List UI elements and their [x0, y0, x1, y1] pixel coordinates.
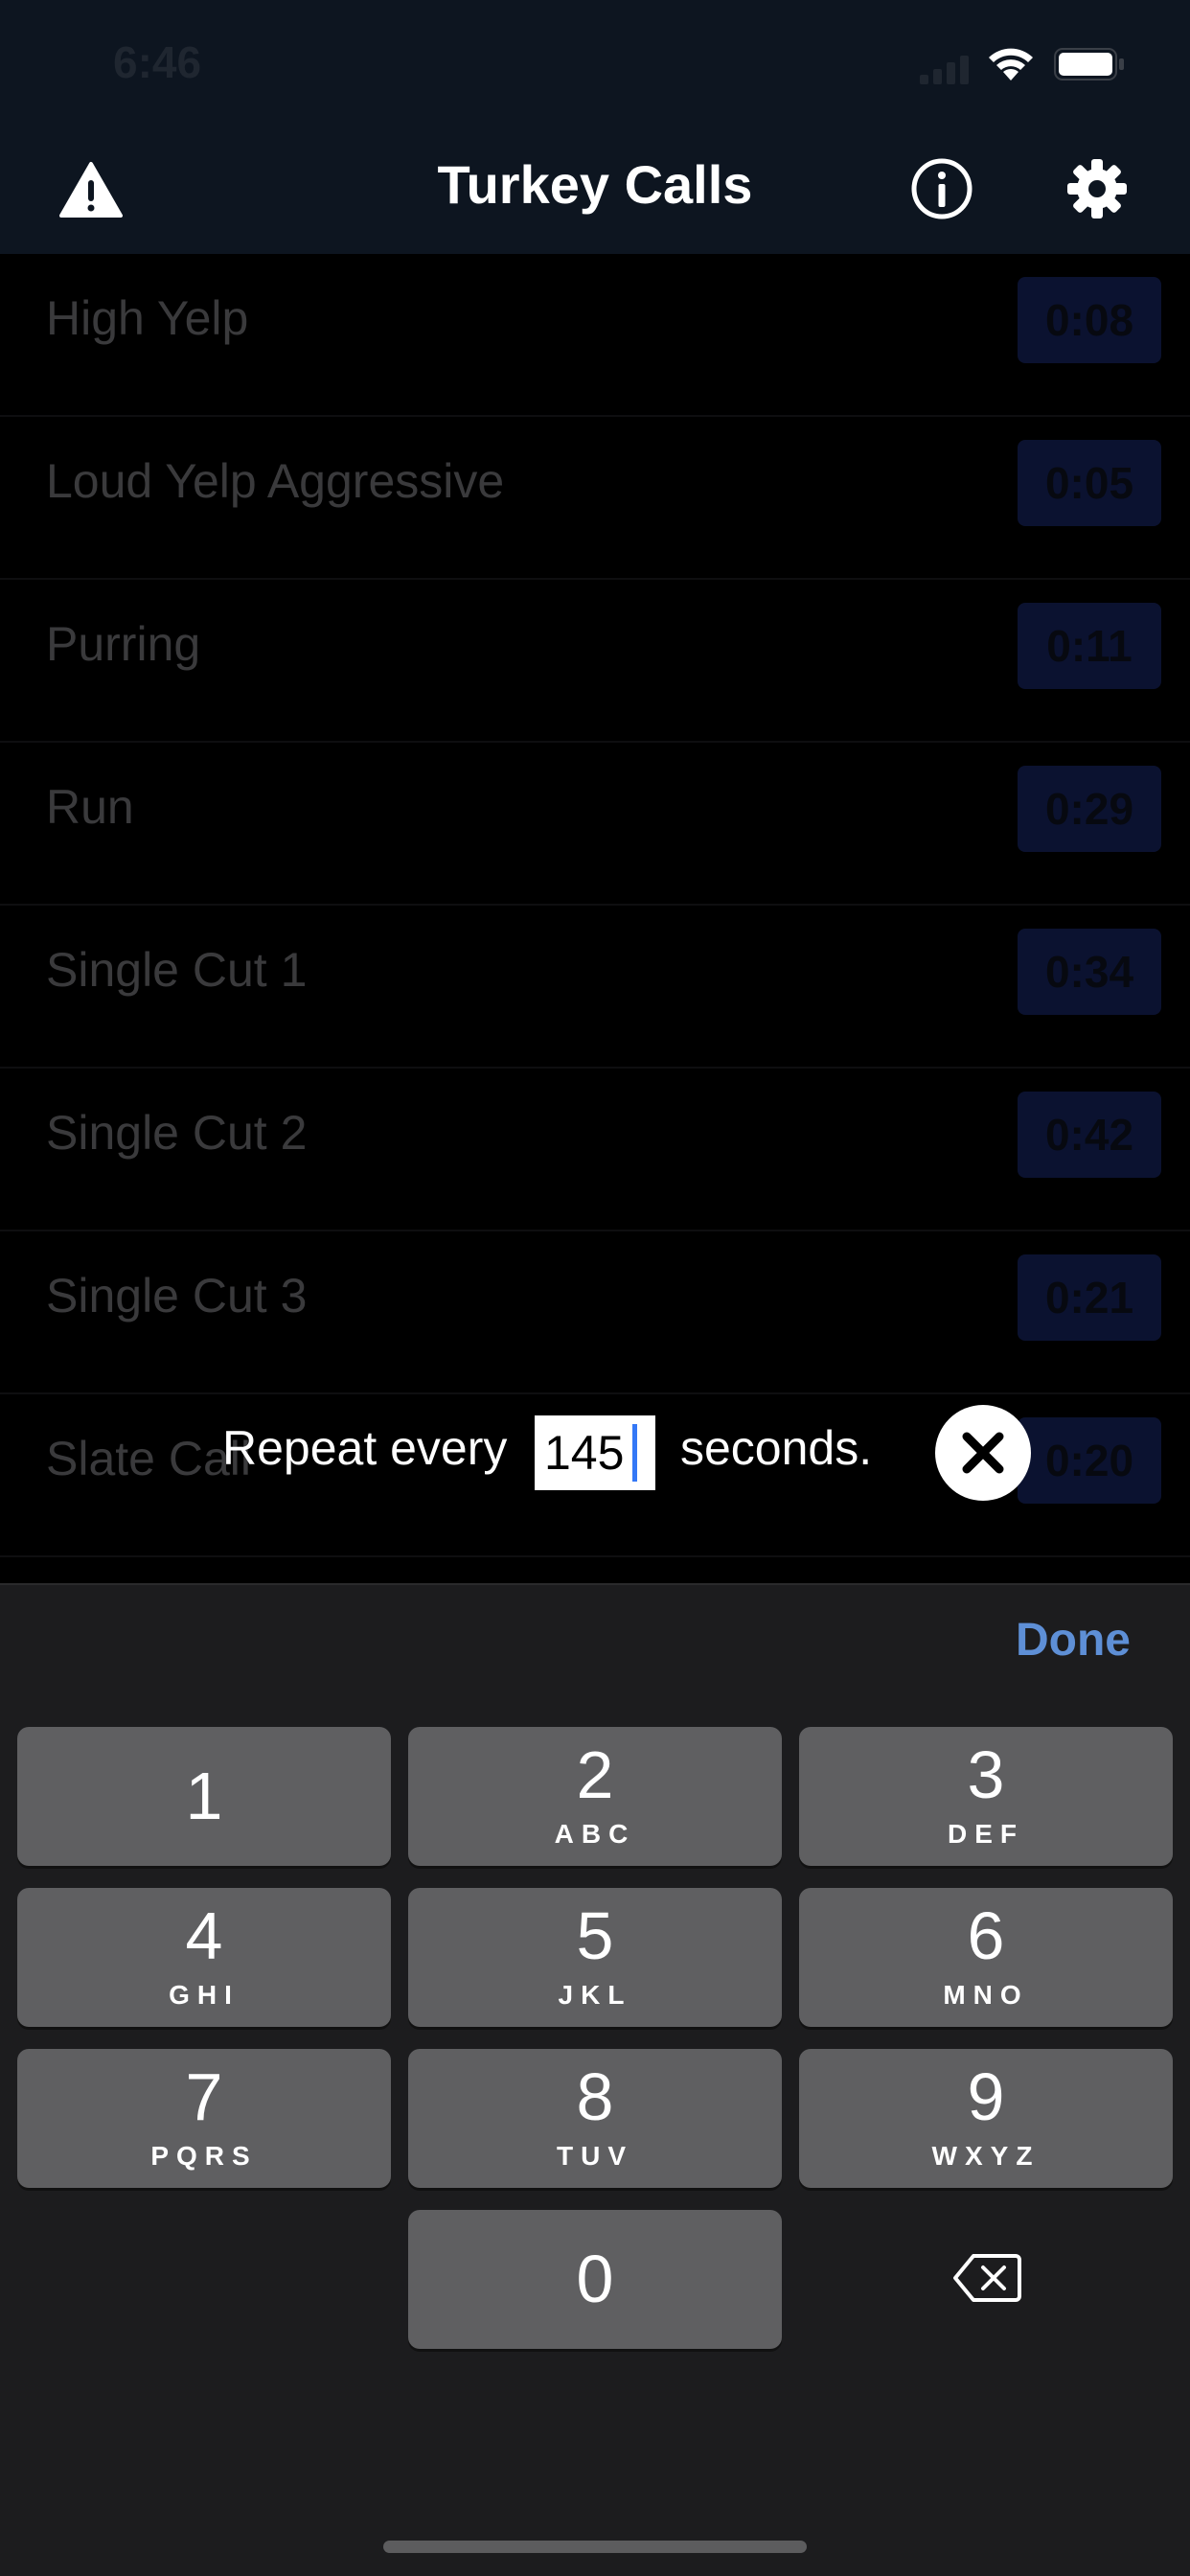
call-name: Single Cut 2	[46, 1106, 308, 1160]
key-digit: 0	[576, 2242, 614, 2316]
page-title: Turkey Calls	[437, 154, 753, 215]
call-row[interactable]: Purring 0:11	[0, 580, 1190, 743]
status-time: 6:46	[113, 37, 202, 87]
call-row[interactable]: High Yelp 0:08	[0, 254, 1190, 417]
cellular-signal-icon	[920, 56, 969, 84]
numeric-keyboard: Done 1 2 ABC 3 DEF 4 GHI 5 JKL 6 MNO 7 P…	[0, 1583, 1190, 2576]
close-icon	[962, 1432, 1004, 1474]
repeat-interval-overlay: Repeat every seconds.	[0, 1399, 1190, 1505]
key-3[interactable]: 3 DEF	[799, 1727, 1173, 1866]
call-name: Loud Yelp Aggressive	[46, 454, 505, 508]
key-9[interactable]: 9 WXYZ	[799, 2049, 1173, 2188]
key-8[interactable]: 8 TUV	[408, 2049, 782, 2188]
key-digit: 1	[185, 1759, 223, 1833]
done-button[interactable]: Done	[1016, 1614, 1131, 1667]
key-letters: JKL	[558, 1980, 632, 2010]
call-row[interactable]: Loud Yelp Aggressive 0:05	[0, 417, 1190, 580]
call-name: Single Cut 1	[46, 943, 308, 997]
call-duration-badge[interactable]: 0:42	[1018, 1092, 1161, 1178]
key-letters: DEF	[948, 1819, 1024, 1849]
repeat-seconds-input[interactable]	[535, 1415, 655, 1490]
key-letters: ABC	[554, 1819, 636, 1849]
call-duration-badge[interactable]: 0:11	[1018, 603, 1161, 689]
key-digit: 9	[967, 2059, 1005, 2134]
call-row[interactable]: Single Cut 1 0:34	[0, 906, 1190, 1069]
key-digit: 8	[576, 2059, 614, 2134]
repeat-prefix-label: Repeat every	[222, 1421, 508, 1475]
status-bar: 6:46	[0, 0, 1190, 125]
key-4[interactable]: 4 GHI	[17, 1888, 391, 2027]
text-caret	[632, 1424, 637, 1482]
keyboard-toolbar: Done	[0, 1583, 1190, 1708]
key-digit: 7	[185, 2059, 223, 2134]
key-1[interactable]: 1	[17, 1727, 391, 1866]
call-list: High Yelp 0:08 Loud Yelp Aggressive 0:05…	[0, 254, 1190, 1586]
key-letters: WXYZ	[931, 2141, 1041, 2171]
key-letters: TUV	[557, 2141, 633, 2171]
key-letters: MNO	[943, 1980, 1029, 2010]
key-6[interactable]: 6 MNO	[799, 1888, 1173, 2027]
repeat-suffix-label: seconds.	[680, 1421, 873, 1475]
info-icon[interactable]	[910, 157, 973, 220]
key-2[interactable]: 2 ABC	[408, 1727, 782, 1866]
call-row[interactable]: Single Cut 2 0:42	[0, 1069, 1190, 1231]
key-digit: 4	[185, 1898, 223, 1973]
call-name: Single Cut 3	[46, 1269, 308, 1322]
key-5[interactable]: 5 JKL	[408, 1888, 782, 2027]
key-digit: 2	[576, 1737, 614, 1812]
key-letters: PQRS	[150, 2141, 258, 2171]
key-7[interactable]: 7 PQRS	[17, 2049, 391, 2188]
empty-key-slot	[17, 2210, 391, 2349]
key-0[interactable]: 0	[408, 2210, 782, 2349]
key-digit: 6	[967, 1898, 1005, 1973]
home-indicator[interactable]	[383, 2541, 807, 2553]
app-screen: 6:46 Turkey Calls High Yelp 0:08 Loud Ye…	[0, 0, 1190, 2576]
backspace-icon	[953, 2254, 1021, 2302]
call-row[interactable]: Run 0:29	[0, 743, 1190, 906]
key-digit: 3	[967, 1737, 1005, 1812]
call-duration-badge[interactable]: 0:34	[1018, 929, 1161, 1015]
battery-icon	[1054, 48, 1124, 80]
call-duration-badge[interactable]: 0:29	[1018, 766, 1161, 852]
call-duration-badge[interactable]: 0:21	[1018, 1254, 1161, 1341]
call-duration-badge[interactable]: 0:05	[1018, 440, 1161, 526]
call-name: Run	[46, 780, 134, 834]
call-name: Purring	[46, 617, 201, 671]
close-button[interactable]	[935, 1405, 1031, 1501]
key-digit: 5	[576, 1898, 614, 1973]
key-letters: GHI	[169, 1980, 240, 2010]
nav-bar: Turkey Calls	[0, 125, 1190, 254]
wifi-icon	[989, 48, 1033, 80]
call-row[interactable]: Single Cut 3 0:21	[0, 1231, 1190, 1394]
gear-icon[interactable]	[1065, 157, 1129, 220]
call-duration-badge[interactable]: 0:08	[1018, 277, 1161, 363]
backspace-key[interactable]	[799, 2210, 1173, 2349]
call-name: High Yelp	[46, 291, 249, 345]
